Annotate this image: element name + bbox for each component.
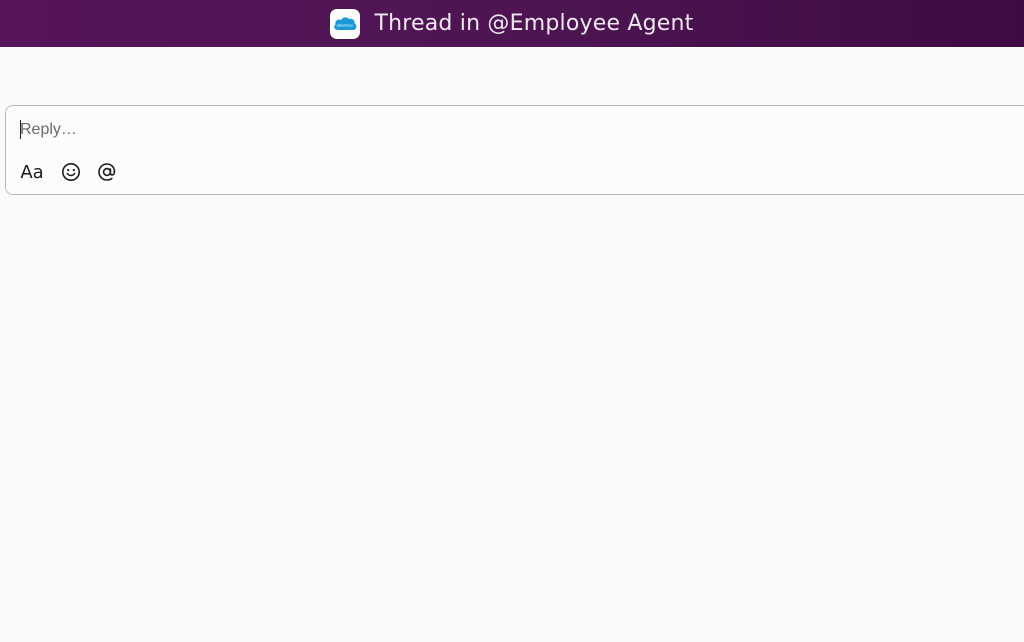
composer-toolbar: Aa — [20, 160, 118, 184]
emoji-smile-icon — [62, 163, 80, 181]
text-format-button[interactable]: Aa — [20, 160, 44, 184]
salesforce-logo-icon: salesforce — [330, 8, 361, 39]
emoji-button[interactable] — [60, 160, 82, 184]
at-mention-icon — [98, 163, 116, 181]
thread-title: Thread in @Employee Agent — [374, 11, 694, 36]
reply-input[interactable] — [20, 118, 920, 142]
title-group: salesforce Thread in @Employee Agent — [330, 8, 694, 39]
svg-text:salesforce: salesforce — [337, 23, 353, 27]
salesforce-cloud-icon: salesforce — [334, 16, 357, 30]
window-titlebar: salesforce Thread in @Employee Agent — [0, 0, 1024, 47]
reply-composer: Aa — [5, 105, 1024, 195]
mention-button[interactable] — [96, 160, 118, 184]
text-caret — [20, 120, 21, 139]
